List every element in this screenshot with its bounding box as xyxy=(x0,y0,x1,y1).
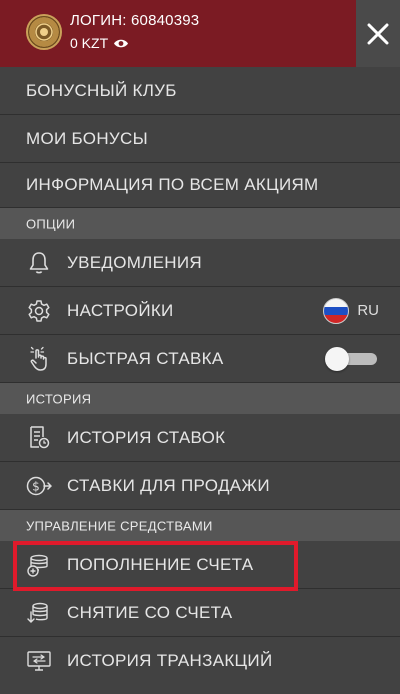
menu-item-my-bonuses[interactable]: МОИ БОНУСЫ xyxy=(0,115,400,163)
menu-item-settings[interactable]: НАСТРОЙКИ RU xyxy=(0,287,400,335)
section-header-options: ОПЦИИ xyxy=(0,208,400,239)
menu-item-label: СТАВКИ ДЛЯ ПРОДАЖИ xyxy=(67,475,270,495)
login-label: ЛОГИН: 60840393 xyxy=(70,12,200,29)
menu-item-label: ПОПОЛНЕНИЕ СЧЕТА xyxy=(67,554,254,574)
menu-item-label: НАСТРОЙКИ xyxy=(67,300,174,320)
menu-item-label: БЫСТРАЯ СТАВКА xyxy=(67,348,224,368)
menu-item-label: БОНУСНЫЙ КЛУБ xyxy=(26,80,177,100)
balance-value: 0 KZT xyxy=(70,35,109,51)
monitor-transfer-icon xyxy=(24,646,54,676)
russia-flag-icon xyxy=(323,297,350,324)
coins-plus-icon xyxy=(24,550,54,580)
coins-withdraw-icon xyxy=(24,598,54,628)
menu-item-bonus-club[interactable]: БОНУСНЫЙ КЛУБ xyxy=(0,67,400,115)
menu-item-label: УВЕДОМЛЕНИЯ xyxy=(67,252,202,272)
tap-hand-icon xyxy=(24,344,54,374)
balance-display: 0 KZT xyxy=(70,35,129,51)
language-selector[interactable]: RU xyxy=(323,297,379,324)
menu-item-withdrawal[interactable]: СНЯТИЕ СО СЧЕТА xyxy=(0,589,400,637)
eye-icon[interactable] xyxy=(113,38,129,49)
section-header-funds: УПРАВЛЕНИЕ СРЕДСТВАМИ xyxy=(0,510,400,541)
menu-item-bet-history[interactable]: ИСТОРИЯ СТАВОК xyxy=(0,414,400,462)
dollar-exchange-icon: $ xyxy=(24,471,54,501)
menu-item-deposit[interactable]: ПОПОЛНЕНИЕ СЧЕТА xyxy=(0,541,400,589)
menu-item-label: ИНФОРМАЦИЯ ПО ВСЕМ АКЦИЯМ xyxy=(26,175,319,194)
menu-item-label: МОИ БОНУСЫ xyxy=(26,128,148,148)
laurel-icon xyxy=(35,23,53,41)
bell-icon xyxy=(24,248,54,278)
quick-bet-toggle[interactable] xyxy=(325,346,377,371)
menu-item-label: ИСТОРИЯ СТАВОК xyxy=(67,427,226,447)
menu-item-quick-bet[interactable]: БЫСТРАЯ СТАВКА xyxy=(0,335,400,383)
menu-item-label: СНЯТИЕ СО СЧЕТА xyxy=(67,602,233,622)
receipt-icon xyxy=(24,423,54,453)
language-code: RU xyxy=(357,302,379,319)
menu-item-notifications[interactable]: УВЕДОМЛЕНИЯ xyxy=(0,239,400,287)
toggle-knob xyxy=(325,346,349,371)
section-header-history: ИСТОРИЯ xyxy=(0,383,400,414)
gear-icon xyxy=(24,296,54,326)
menu-item-promotions-info[interactable]: ИНФОРМАЦИЯ ПО ВСЕМ АКЦИЯМ xyxy=(0,163,400,208)
svg-text:$: $ xyxy=(32,479,40,493)
section-title: ИСТОРИЯ xyxy=(26,391,92,406)
section-title: ОПЦИИ xyxy=(26,216,76,231)
close-button[interactable] xyxy=(356,0,400,67)
menu-item-transactions[interactable]: ИСТОРИЯ ТРАНЗАКЦИЙ xyxy=(0,637,400,694)
section-title: УПРАВЛЕНИЕ СРЕДСТВАМИ xyxy=(26,518,213,533)
menu-item-bets-for-sale[interactable]: $ СТАВКИ ДЛЯ ПРОДАЖИ xyxy=(0,462,400,510)
avatar[interactable] xyxy=(26,14,62,50)
menu-item-label: ИСТОРИЯ ТРАНЗАКЦИЙ xyxy=(67,651,273,670)
account-header: ЛОГИН: 60840393 0 KZT xyxy=(0,0,400,67)
close-icon xyxy=(367,23,389,44)
